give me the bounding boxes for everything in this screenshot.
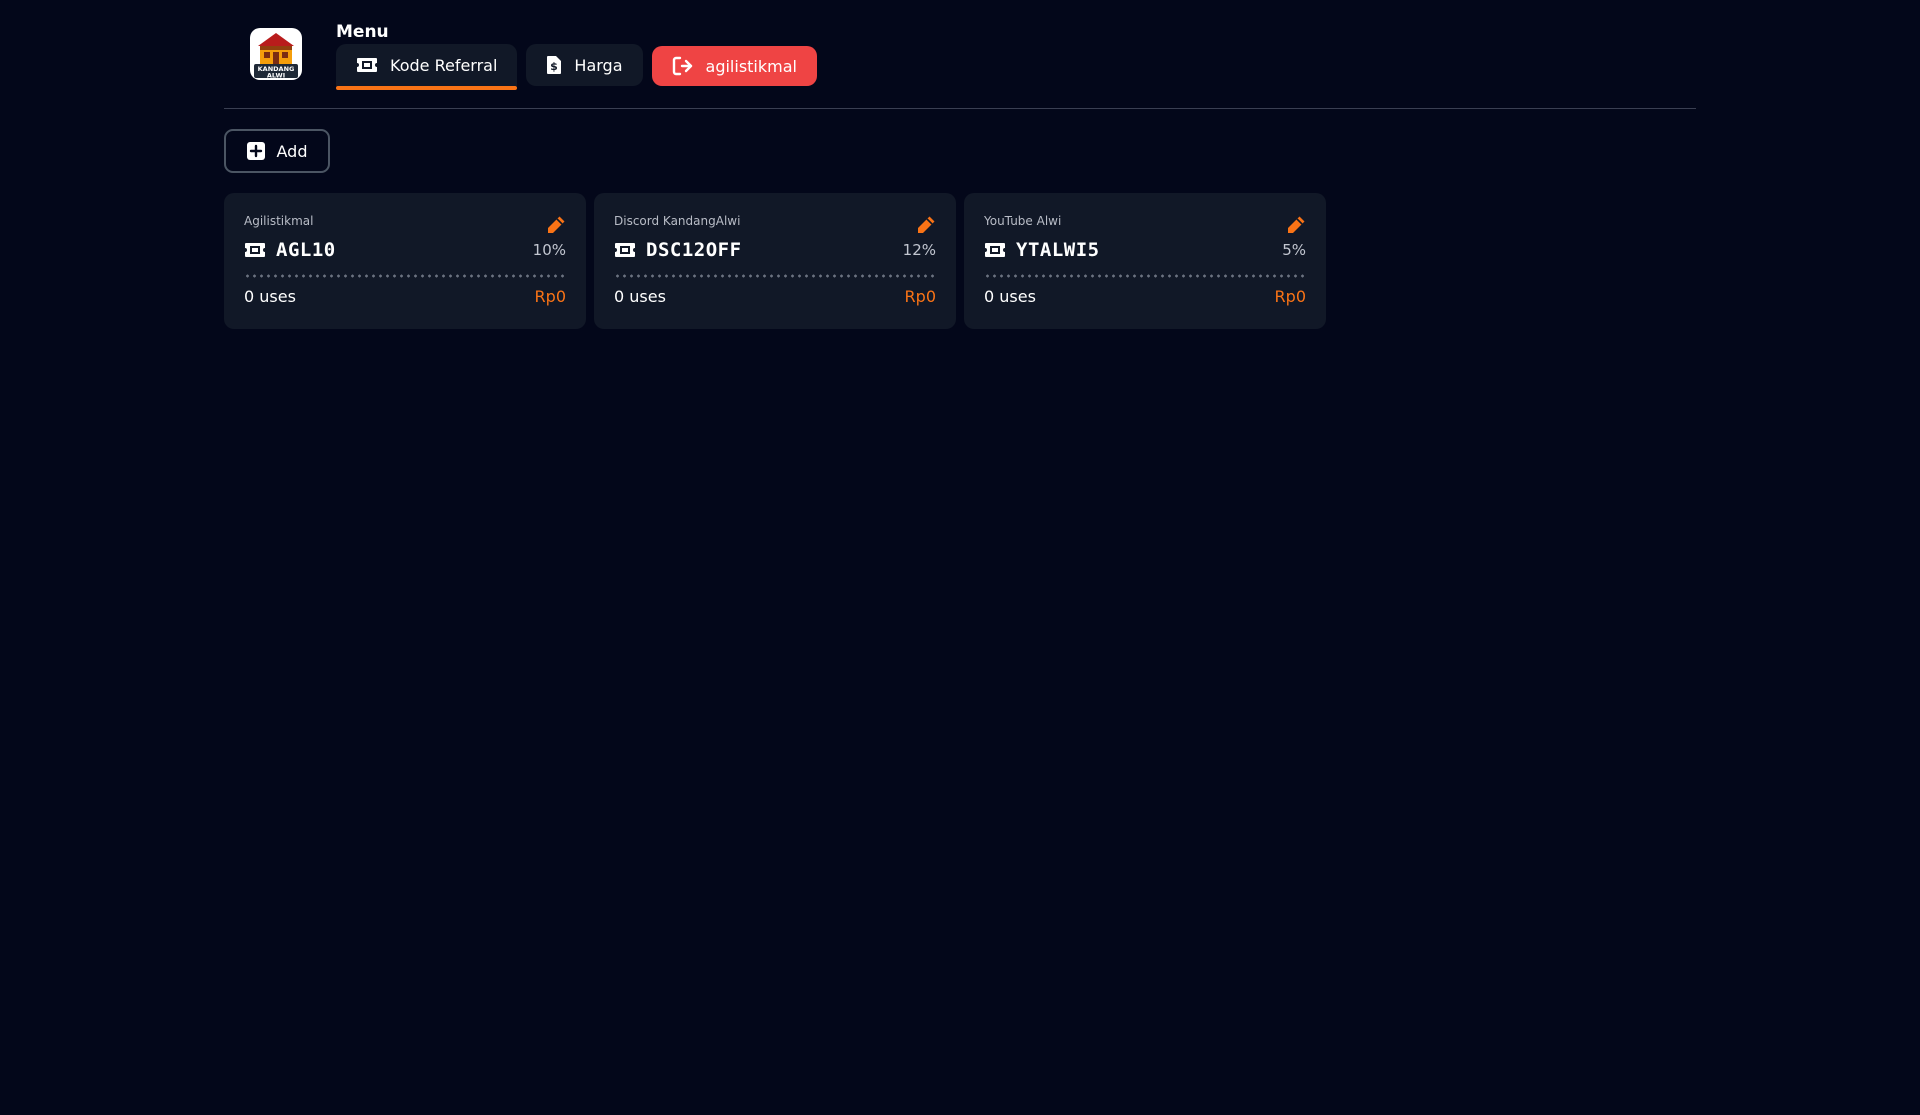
- tab-harga[interactable]: $ Harga: [526, 44, 643, 86]
- uses-count: 0 uses: [244, 287, 296, 306]
- tab-kode-referral[interactable]: Kode Referral: [336, 44, 518, 90]
- tab-kode-referral-label: Kode Referral: [390, 55, 498, 75]
- uses-count: 0 uses: [984, 287, 1036, 306]
- plus-square-icon: [246, 142, 265, 160]
- card-footer: 0 uses Rp0: [244, 287, 566, 306]
- card-footer: 0 uses Rp0: [984, 287, 1306, 306]
- app-root: KANDANG ALWI Menu Kode Referral $ Harga: [0, 0, 1920, 1115]
- referral-code: AGL10: [276, 239, 336, 261]
- earned-amount: Rp0: [1274, 287, 1306, 306]
- ticket-icon: [615, 243, 635, 257]
- referral-card: Discord KandangAlwi DSC12OFF 12% 0 uses …: [594, 193, 956, 329]
- referral-code: DSC12OFF: [646, 239, 742, 261]
- referral-card: Agilistikmal AGL10 10% 0 uses Rp0: [224, 193, 586, 329]
- referral-card: YouTube Alwi YTALWI5 5% 0 uses Rp0: [964, 193, 1326, 329]
- top-header: KANDANG ALWI Menu Kode Referral $ Harga: [224, 0, 1696, 109]
- house-logo-icon: KANDANG ALWI: [250, 28, 302, 80]
- logo-text-bottom: ALWI: [267, 72, 285, 80]
- discount-percent: 12%: [902, 241, 936, 259]
- card-owner-label: Agilistikmal: [244, 214, 314, 228]
- edit-button[interactable]: [546, 215, 566, 239]
- ticket-icon: [985, 243, 1005, 257]
- uses-count: 0 uses: [614, 287, 666, 306]
- ticket-icon: [357, 58, 377, 72]
- dotted-divider: [984, 274, 1306, 278]
- logout-button[interactable]: agilistikmal: [651, 46, 817, 86]
- discount-percent: 10%: [532, 241, 566, 259]
- svg-text:$: $: [551, 60, 559, 73]
- card-footer: 0 uses Rp0: [614, 287, 936, 306]
- card-code-row: DSC12OFF 12%: [614, 239, 936, 261]
- card-code-row: AGL10 10%: [244, 239, 566, 261]
- menu-title: Menu: [336, 22, 389, 42]
- card-owner-label: YouTube Alwi: [984, 214, 1062, 228]
- dotted-divider: [244, 274, 566, 278]
- logout-username: agilistikmal: [705, 56, 797, 76]
- ticket-icon: [245, 243, 265, 257]
- edit-button[interactable]: [916, 215, 936, 239]
- tab-harga-label: Harga: [574, 55, 623, 75]
- pencil-icon: [918, 216, 935, 233]
- dotted-divider: [614, 274, 936, 278]
- edit-button[interactable]: [1286, 215, 1306, 239]
- earned-amount: Rp0: [904, 287, 936, 306]
- discount-percent: 5%: [1282, 241, 1306, 259]
- card-code: AGL10: [244, 239, 336, 261]
- pencil-icon: [1288, 216, 1305, 233]
- referral-card-list: Agilistikmal AGL10 10% 0 uses Rp0 Discor…: [224, 193, 1326, 329]
- card-code-row: YTALWI5 5%: [984, 239, 1306, 261]
- card-code: YTALWI5: [984, 239, 1100, 261]
- logout-icon: [672, 56, 692, 76]
- earned-amount: Rp0: [534, 287, 566, 306]
- add-button[interactable]: Add: [224, 129, 330, 173]
- dollar-icon: $: [547, 56, 562, 74]
- add-button-label: Add: [276, 141, 308, 161]
- referral-code: YTALWI5: [1016, 239, 1100, 261]
- card-code: DSC12OFF: [614, 239, 742, 261]
- pencil-icon: [548, 216, 565, 233]
- card-owner-label: Discord KandangAlwi: [614, 214, 741, 228]
- main-nav: Kode Referral $ Harga agilistikmal: [336, 44, 817, 90]
- brand-logo[interactable]: KANDANG ALWI: [246, 24, 306, 84]
